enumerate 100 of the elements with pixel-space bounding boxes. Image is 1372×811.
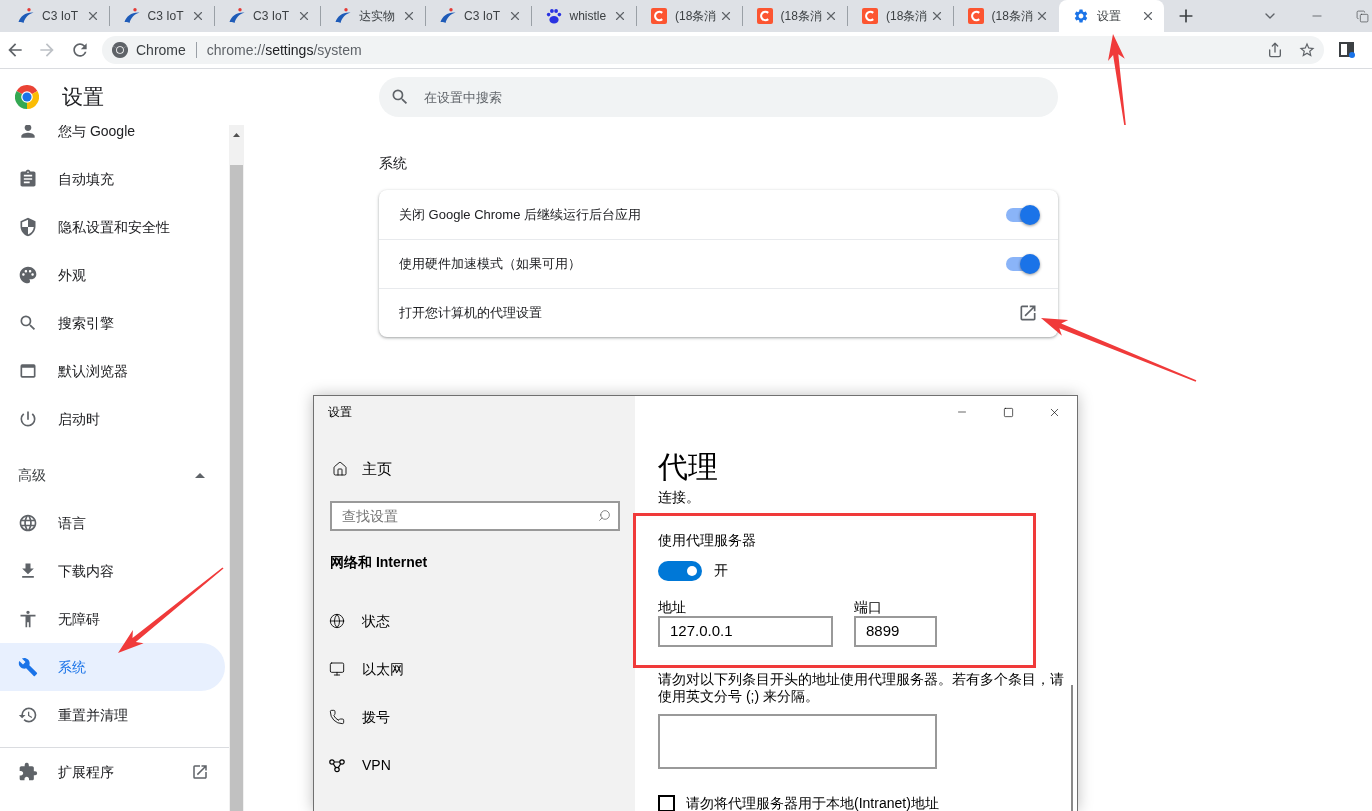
close-icon[interactable] (1035, 9, 1049, 23)
sidebar-item[interactable]: 启动时 (0, 395, 225, 443)
sidebar-item[interactable]: 语言 (0, 499, 225, 547)
chrome-logo-icon (112, 42, 128, 58)
port-field[interactable]: 8899 (854, 616, 937, 647)
c-logo-icon (756, 8, 773, 24)
sidebar-item[interactable]: 外观 (0, 251, 225, 299)
category-title: 网络和 Internet (330, 553, 428, 572)
chrome-logo-icon (15, 85, 39, 109)
caret-up-icon[interactable] (195, 472, 205, 478)
section-title: 系统 (379, 154, 407, 173)
power-icon (18, 409, 38, 429)
checkbox[interactable] (658, 795, 675, 811)
gear-icon (1073, 8, 1089, 24)
bookmark-star-icon[interactable] (1298, 41, 1316, 59)
toggle-state-label: 开 (714, 561, 728, 580)
restore-icon[interactable] (1356, 9, 1369, 23)
maximize-icon (1002, 406, 1014, 418)
c-logo-icon (967, 8, 984, 24)
open-in-new-icon (191, 763, 209, 781)
phone-icon (329, 709, 345, 725)
nav-item[interactable]: 以太网 (314, 645, 635, 693)
accessibility-icon (18, 609, 38, 629)
swirl-logo-icon (334, 8, 351, 24)
setting-label: 打开您计算机的代理设置 (399, 304, 542, 323)
sidebar-item[interactable]: 默认浏览器 (0, 347, 225, 395)
browser-tab[interactable]: 达实物 (320, 0, 425, 32)
search-icon (18, 313, 38, 333)
toggle-switch[interactable] (658, 560, 702, 581)
linked-nodes-icon (329, 757, 345, 773)
site-label: Chrome (136, 40, 186, 60)
monitor-icon (329, 661, 345, 677)
side-panel-icon[interactable] (1339, 42, 1355, 58)
browser-tab[interactable]: (18条消 (637, 0, 742, 32)
close-icon[interactable] (613, 9, 627, 23)
wrench-icon (18, 657, 38, 677)
checkbox-label: 请勿将代理服务器用于本地(Intranet)地址 (686, 795, 939, 811)
open-in-new-icon[interactable] (1018, 303, 1038, 323)
search-field[interactable]: 查找设置 (330, 501, 620, 531)
setting-label: 使用硬件加速模式（如果可用） (399, 255, 581, 274)
sidebar-item[interactable]: 系统 (0, 643, 225, 691)
globe-icon (18, 513, 38, 533)
url-text[interactable]: chrome://settings/system (206, 39, 362, 61)
sidebar-item[interactable]: 下载内容 (0, 547, 225, 595)
search-icon (598, 509, 611, 522)
window-title: 设置 (328, 404, 352, 420)
c-logo-icon (651, 8, 667, 24)
nav-item[interactable]: VPN (314, 741, 635, 789)
swirl-logo-icon (440, 8, 456, 24)
proxy-heading: 使用代理服务器 (658, 531, 756, 549)
shield-icon (18, 217, 38, 237)
nav-item[interactable]: 拨号 (314, 693, 635, 741)
setting-label: 关闭 Google Chrome 后继续运行后台应用 (399, 205, 641, 224)
globe-icon (329, 613, 345, 629)
sidebar-item[interactable]: 重置并清理 (0, 691, 225, 739)
palette-icon (18, 265, 38, 285)
toggle-switch[interactable] (1004, 254, 1040, 274)
browser-tab[interactable]: C3 IoT (4, 0, 109, 32)
close-icon[interactable] (191, 9, 205, 23)
sidebar-link[interactable]: 扩展程序 (0, 748, 229, 796)
sidebar-item[interactable]: 隐私设置和安全性 (0, 203, 225, 251)
scrollbar-thumb[interactable] (230, 165, 243, 811)
exceptions-field[interactable] (658, 714, 937, 769)
browser-tab[interactable]: (18条消 (742, 0, 847, 32)
field-label: 地址 (658, 598, 686, 616)
scroll-up-icon[interactable] (233, 133, 240, 137)
browser-tab[interactable]: (18条消 (848, 0, 953, 32)
share-icon[interactable] (1267, 42, 1283, 58)
page-title: 代理 (658, 449, 718, 485)
search-icon (390, 87, 410, 107)
home-link[interactable]: 主页 (314, 449, 635, 489)
close-icon[interactable] (824, 9, 838, 23)
browser-tab[interactable]: C3 IoT (426, 0, 531, 32)
field-label: 端口 (854, 598, 882, 616)
sidebar-item[interactable]: 自动填充 (0, 155, 225, 203)
browser-tab[interactable]: whistle (531, 0, 636, 32)
toggle-switch[interactable] (1004, 204, 1040, 225)
scrollbar-track[interactable] (229, 125, 244, 811)
search-field[interactable]: 在设置中搜索 (379, 77, 1058, 117)
c-logo-icon (862, 8, 878, 24)
browser-tab[interactable]: C3 IoT (215, 0, 320, 32)
browser-tab[interactable]: C3 IoT (109, 0, 214, 32)
address-field[interactable]: 127.0.0.1 (658, 616, 833, 647)
advanced-section-header[interactable]: 高级 (0, 451, 229, 499)
reload-icon[interactable] (70, 40, 90, 60)
sidebar-title: 设置 (62, 84, 104, 111)
sidebar-item[interactable]: 无障碍 (0, 595, 225, 643)
swirl-logo-icon (123, 8, 140, 24)
clipboard-icon (18, 169, 38, 189)
nav-item[interactable]: 状态 (314, 597, 635, 645)
address-bar[interactable]: Chrome chrome://settings/system (102, 36, 1324, 64)
paw-logo-icon (545, 8, 562, 24)
swirl-logo-icon (18, 8, 34, 24)
scrollbar-thumb[interactable] (1071, 685, 1073, 811)
swirl-logo-icon (229, 8, 245, 24)
history-icon (18, 705, 38, 725)
browser-tab[interactable]: (18条消 (953, 0, 1058, 32)
browser-tab[interactable]: 设置 (1059, 0, 1164, 32)
sidebar-item[interactable]: 搜索引擎 (0, 299, 225, 347)
close-icon[interactable] (402, 9, 416, 23)
